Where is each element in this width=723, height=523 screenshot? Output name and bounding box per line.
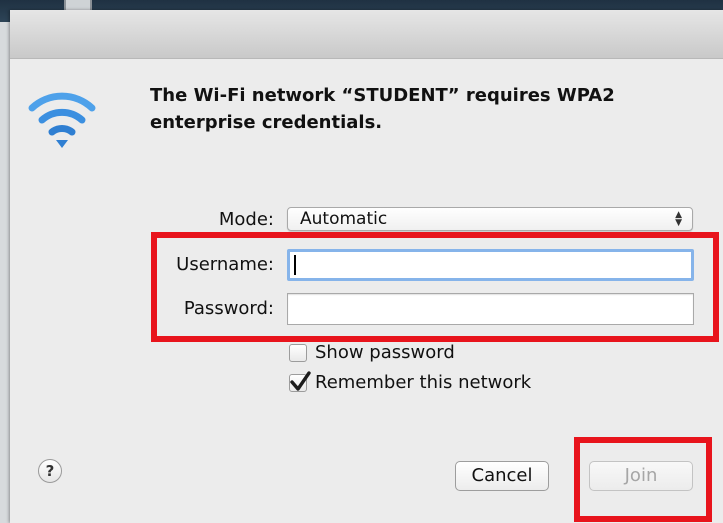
cancel-button[interactable]: Cancel <box>455 461 549 491</box>
text-caret <box>294 255 296 275</box>
dialog-message: The Wi‑Fi network “STUDENT” requires WPA… <box>150 85 615 133</box>
show-password-checkbox[interactable] <box>289 344 307 362</box>
checkmark-icon <box>290 371 311 391</box>
mode-value: Automatic <box>300 209 388 229</box>
password-label: Password: <box>183 298 274 319</box>
mode-popup[interactable]: Automatic ▲ ▼ <box>287 207 693 231</box>
mode-label: Mode: <box>218 209 274 230</box>
updown-arrows-icon: ▲ ▼ <box>675 210 682 228</box>
remember-network-label: Remember this network <box>315 372 532 393</box>
username-label: Username: <box>176 254 274 275</box>
sheet-header <box>10 10 723 59</box>
help-button[interactable]: ? <box>38 459 62 483</box>
show-password-label: Show password <box>315 342 455 363</box>
wifi-icon <box>28 92 96 148</box>
remember-network-checkbox[interactable] <box>289 371 311 392</box>
password-field[interactable] <box>287 293 694 325</box>
join-button[interactable]: Join <box>589 461 693 491</box>
username-field[interactable] <box>287 249 694 281</box>
